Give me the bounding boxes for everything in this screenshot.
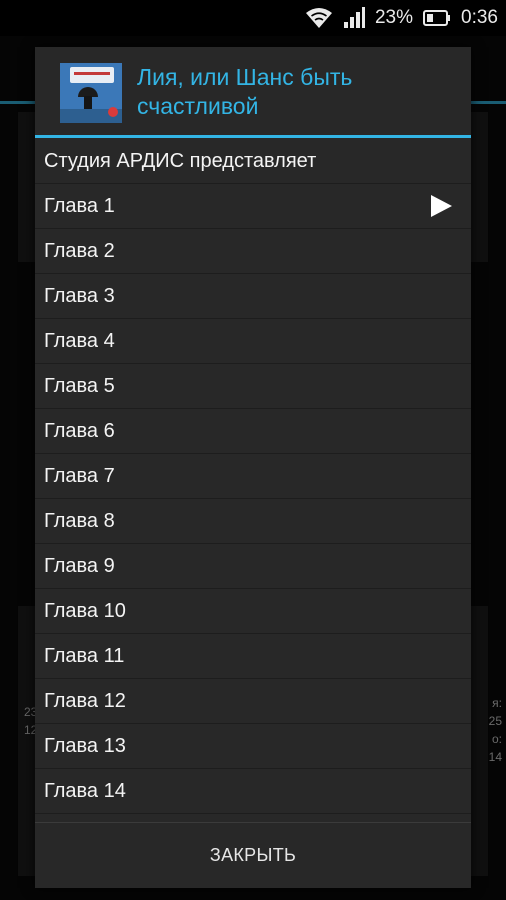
chapter-label: Глава 13 — [44, 734, 126, 757]
chapter-list-item[interactable]: Глава 12 — [35, 679, 471, 724]
chapter-label: Глава 4 — [44, 329, 115, 352]
chapter-label: Глава 1 — [44, 194, 115, 217]
chapter-list-item[interactable]: Глава 10 — [35, 589, 471, 634]
chapter-label: Глава 6 — [44, 419, 115, 442]
chapter-label: Глава 14 — [44, 779, 126, 802]
chapter-list-item[interactable]: Студия АРДИС представляет — [35, 139, 471, 184]
wifi-icon — [305, 7, 333, 29]
chapter-list-item[interactable]: Глава 3 — [35, 274, 471, 319]
chapter-label: Студия АРДИС представляет — [44, 149, 317, 172]
chapter-list-item[interactable]: Глава 11 — [35, 634, 471, 679]
chapter-label: Глава 3 — [44, 284, 115, 307]
chapter-list-item[interactable]: Глава 5 — [35, 364, 471, 409]
chapter-label: Глава 11 — [44, 644, 125, 667]
chapter-label: Глава 12 — [44, 689, 126, 712]
chapter-label: Глава 8 — [44, 509, 115, 532]
play-icon — [429, 194, 453, 223]
chapter-list-item[interactable]: Глава 2 — [35, 229, 471, 274]
close-button[interactable]: ЗАКРЫТЬ — [210, 845, 296, 866]
chapter-list-item[interactable]: Глава 13 — [35, 724, 471, 769]
clock: 0:36 — [461, 7, 498, 28]
chapter-label: Глава 10 — [44, 599, 126, 622]
chapter-label: Глава 2 — [44, 239, 115, 262]
chapter-list-item[interactable]: Глава 6 — [35, 409, 471, 454]
book-cover-image — [60, 63, 122, 123]
signal-icon — [343, 7, 365, 29]
chapter-list-item[interactable]: Глава 1 — [35, 184, 471, 229]
chapter-list-item[interactable]: Глава 8 — [35, 499, 471, 544]
chapter-list-item[interactable]: Глава 4 — [35, 319, 471, 364]
battery-percent: 23% — [374, 7, 414, 28]
chapter-list[interactable]: Студия АРДИС представляет Глава 1 Глава 2 Г… — [35, 139, 471, 823]
background-right-text: я: 25 о: 14 — [488, 696, 502, 764]
battery-icon — [423, 9, 451, 27]
chapter-label: Глава 7 — [44, 464, 115, 487]
dialog-title: Лия, или Шанс быть счастливой — [137, 64, 353, 119]
status-bar: 23% 0:36 — [0, 0, 506, 36]
chapter-label: Глава 5 — [44, 374, 115, 397]
dialog-header: Лия, или Шанс быть счастливой — [35, 47, 471, 138]
chapter-list-item[interactable]: Глава 7 — [35, 454, 471, 499]
chapter-label: Глава 9 — [44, 554, 115, 577]
chapter-list-dialog: Лия, или Шанс быть счастливой Студия АРД… — [35, 47, 471, 888]
chapter-list-item[interactable]: Глава 14 — [35, 769, 471, 814]
dialog-footer: ЗАКРЫТЬ — [35, 822, 471, 888]
chapter-list-item[interactable]: Глава 9 — [35, 544, 471, 589]
